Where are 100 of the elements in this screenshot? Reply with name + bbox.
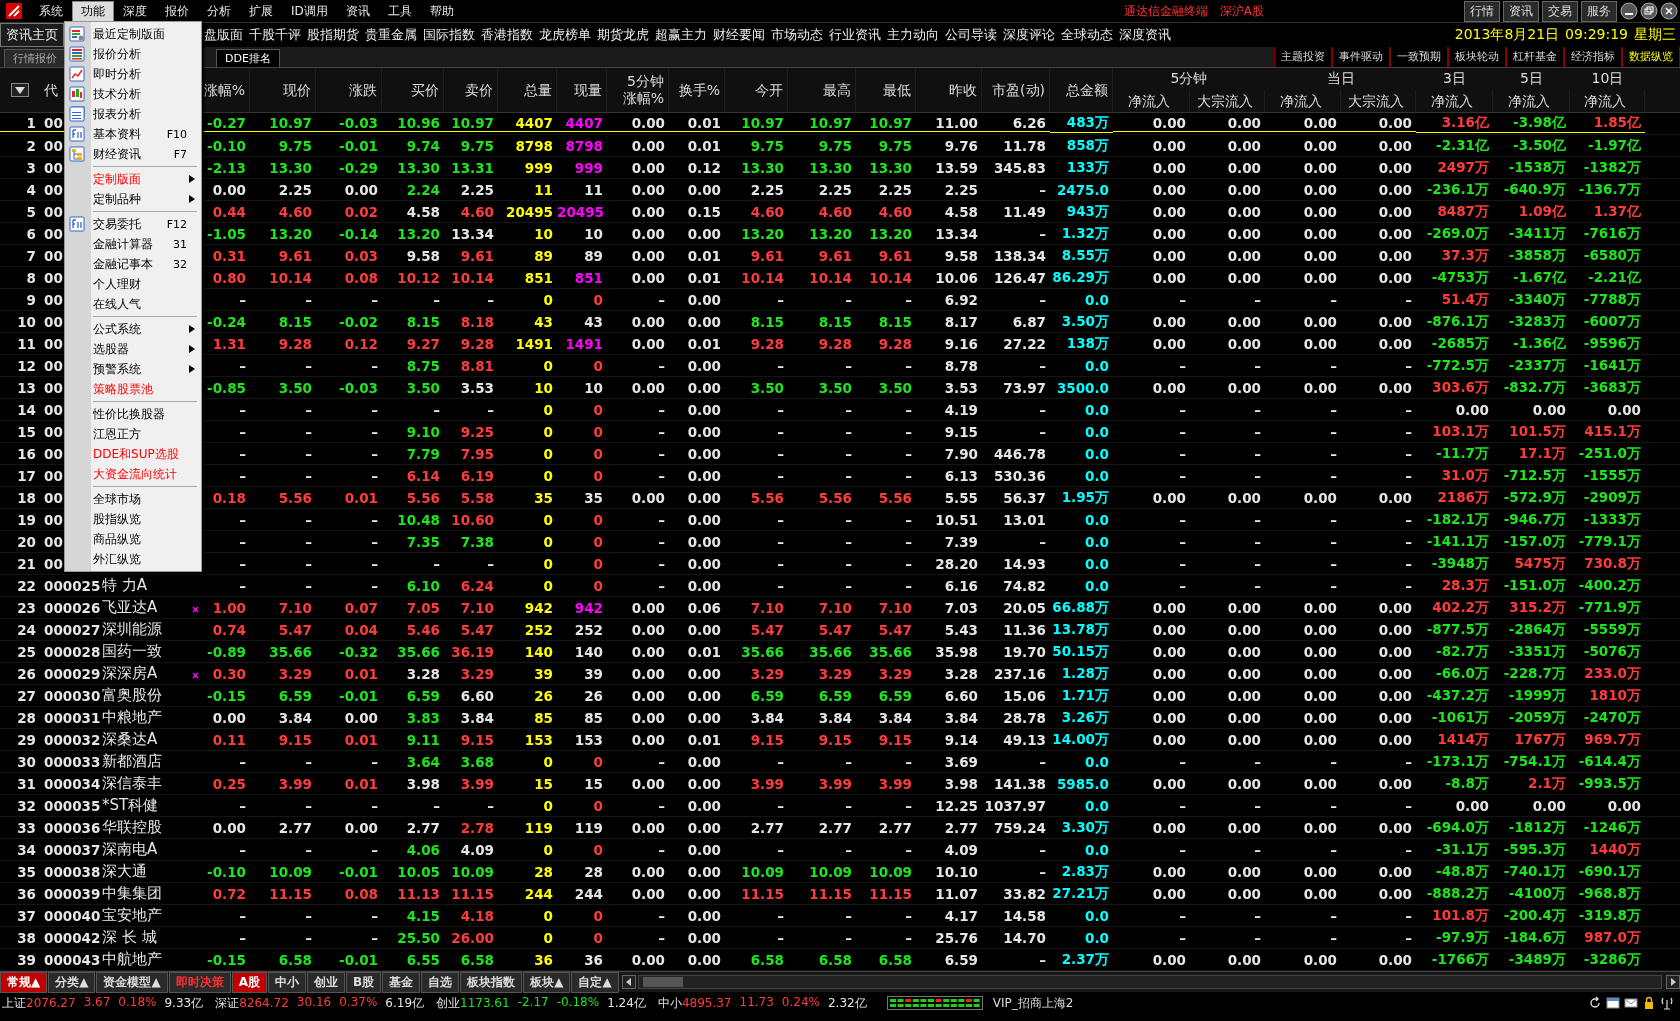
- lock-icon[interactable]: [1642, 996, 1656, 1010]
- bottom-tab[interactable]: 板块指数: [460, 971, 523, 993]
- menu-bar-item[interactable]: 分析: [198, 0, 240, 22]
- scrollbar[interactable]: [637, 975, 1662, 989]
- menu-item[interactable]: 股指纵览: [65, 509, 201, 529]
- column-header[interactable]: 现价: [250, 68, 316, 112]
- menu-bar-item[interactable]: 帮助: [420, 0, 463, 22]
- nav-link[interactable]: 深度评论: [1003, 26, 1055, 44]
- nav-link[interactable]: 股指期货: [307, 26, 359, 44]
- nav-link[interactable]: 超赢主力: [655, 26, 707, 44]
- category-tab[interactable]: 板块轮动: [1448, 47, 1506, 67]
- menu-item[interactable]: 定制品种: [65, 189, 201, 209]
- menu-bar-item[interactable]: 系统: [30, 0, 72, 22]
- menu-item[interactable]: 财经资讯 F7: [65, 144, 201, 164]
- scroll-left-icon[interactable]: [621, 975, 636, 989]
- menu-item[interactable]: 全球市场: [65, 489, 201, 509]
- menu-item[interactable]: 商品纵览: [65, 529, 201, 549]
- view-tab[interactable]: 行情报价: [4, 49, 66, 67]
- column-header[interactable]: 净流入: [1570, 90, 1645, 112]
- top-button[interactable]: 行情: [1464, 0, 1500, 22]
- nav-link[interactable]: 贵重金属: [365, 26, 417, 44]
- column-header[interactable]: 卖价: [444, 68, 498, 112]
- bottom-tab[interactable]: 板块▲: [523, 971, 571, 993]
- category-tab[interactable]: 一致预期: [1390, 47, 1448, 67]
- column-header[interactable]: 净流入: [1265, 90, 1341, 112]
- menu-item[interactable]: 策略股票池: [65, 379, 201, 399]
- window-icon[interactable]: [1606, 996, 1620, 1010]
- column-header[interactable]: 现量: [557, 68, 607, 112]
- menu-bar-item[interactable]: 深度: [114, 0, 156, 22]
- column-header[interactable]: 大宗流入: [1190, 90, 1265, 112]
- menu-item[interactable]: DDE和SUP选股: [65, 444, 201, 464]
- column-header[interactable]: 最高: [788, 68, 856, 112]
- nav-link[interactable]: 期货龙虎: [597, 26, 649, 44]
- dropdown-button[interactable]: [11, 83, 29, 97]
- column-header[interactable]: 买价: [382, 68, 444, 112]
- top-button[interactable]: 交易: [1542, 0, 1578, 22]
- bottom-tab[interactable]: B股: [346, 971, 382, 993]
- bottom-tab[interactable]: 自定▲: [571, 971, 619, 993]
- column-header[interactable]: 净流入: [1416, 90, 1493, 112]
- menu-bar-item[interactable]: 工具: [378, 0, 421, 22]
- category-tab[interactable]: 经济指标: [1564, 47, 1622, 67]
- category-tab[interactable]: 事件驱动: [1332, 47, 1390, 67]
- restore-icon[interactable]: [1640, 2, 1658, 20]
- column-header[interactable]: 净流入: [1113, 90, 1190, 112]
- view-tab[interactable]: DDE排名: [216, 49, 280, 67]
- menu-item[interactable]: 最近定制版面: [65, 24, 201, 44]
- menu-item[interactable]: 性价比换股器: [65, 404, 201, 424]
- column-header[interactable]: 大宗流入: [1341, 90, 1416, 112]
- column-header[interactable]: 市盈(动): [982, 68, 1050, 112]
- column-header[interactable]: 总金额: [1050, 68, 1113, 112]
- nav-link[interactable]: 主力动向: [887, 26, 939, 44]
- menu-bar-item[interactable]: 报价: [156, 0, 198, 22]
- nav-link[interactable]: 香港指数: [481, 26, 533, 44]
- category-tab[interactable]: 主题投资: [1274, 47, 1332, 67]
- nav-link[interactable]: 行业资讯: [829, 26, 881, 44]
- scroll-right-icon[interactable]: [1666, 975, 1680, 989]
- category-tab[interactable]: 数据纵览: [1622, 47, 1680, 67]
- bottom-tab[interactable]: 自选: [421, 971, 460, 993]
- menu-bar-item[interactable]: 扩展: [240, 0, 282, 22]
- menu-bar-item[interactable]: 功能: [72, 0, 114, 22]
- nav-link[interactable]: 国际指数: [423, 26, 475, 44]
- category-tab[interactable]: 杠杆基金: [1506, 47, 1564, 67]
- menu-item[interactable]: 预警系统: [65, 359, 201, 379]
- mail-icon[interactable]: [1624, 996, 1638, 1010]
- menu-bar-item[interactable]: 资讯: [336, 0, 379, 22]
- menu-bar-item[interactable]: ID调用: [282, 0, 337, 22]
- menu-item[interactable]: 个人理财: [65, 274, 201, 294]
- dropdown-icon[interactable]: [15, 86, 25, 94]
- menu-item[interactable]: 交易委托 F12: [65, 214, 201, 234]
- nav-link[interactable]: 深度资讯: [1119, 26, 1171, 44]
- menu-item[interactable]: 选股器: [65, 339, 201, 359]
- column-header[interactable]: 总量: [498, 68, 557, 112]
- column-header[interactable]: 最低: [856, 68, 916, 112]
- bottom-tab[interactable]: 资金模型▲: [96, 971, 168, 993]
- bottom-tab[interactable]: 基金: [382, 971, 421, 993]
- column-header[interactable]: 涨跌: [316, 68, 382, 112]
- nav-link[interactable]: 全球动态: [1061, 26, 1113, 44]
- menu-item[interactable]: 金融计算器 31: [65, 234, 201, 254]
- home-tab[interactable]: 资讯主页: [0, 23, 64, 47]
- close-icon[interactable]: [1660, 2, 1678, 20]
- nav-link[interactable]: 盘版面: [204, 26, 243, 44]
- bottom-tab[interactable]: 即时决策: [168, 971, 231, 993]
- nav-link[interactable]: 市场动态: [771, 26, 823, 44]
- top-button[interactable]: 服务: [1581, 0, 1617, 22]
- bottom-tab[interactable]: 分类▲: [48, 971, 96, 993]
- menu-item[interactable]: 在线人气: [65, 294, 201, 314]
- menu-item[interactable]: 江恩正方: [65, 424, 201, 444]
- menu-item[interactable]: 外汇纵览: [65, 549, 201, 569]
- menu-item[interactable]: 定制版面: [65, 169, 201, 189]
- refresh-icon[interactable]: [1588, 996, 1602, 1010]
- nav-link[interactable]: 龙虎榜单: [539, 26, 591, 44]
- column-header[interactable]: 今开: [725, 68, 788, 112]
- nav-link[interactable]: 财经要闻: [713, 26, 765, 44]
- bottom-tab[interactable]: 创业: [307, 971, 345, 993]
- menu-item[interactable]: 金融记事本 32: [65, 254, 201, 274]
- nav-link[interactable]: 千股千评: [249, 26, 301, 44]
- nav-link[interactable]: 公司导读: [945, 26, 997, 44]
- bottom-tab[interactable]: 中小: [268, 971, 306, 993]
- column-header[interactable]: 换手%: [669, 68, 725, 112]
- menu-item[interactable]: 报价分析: [65, 44, 201, 64]
